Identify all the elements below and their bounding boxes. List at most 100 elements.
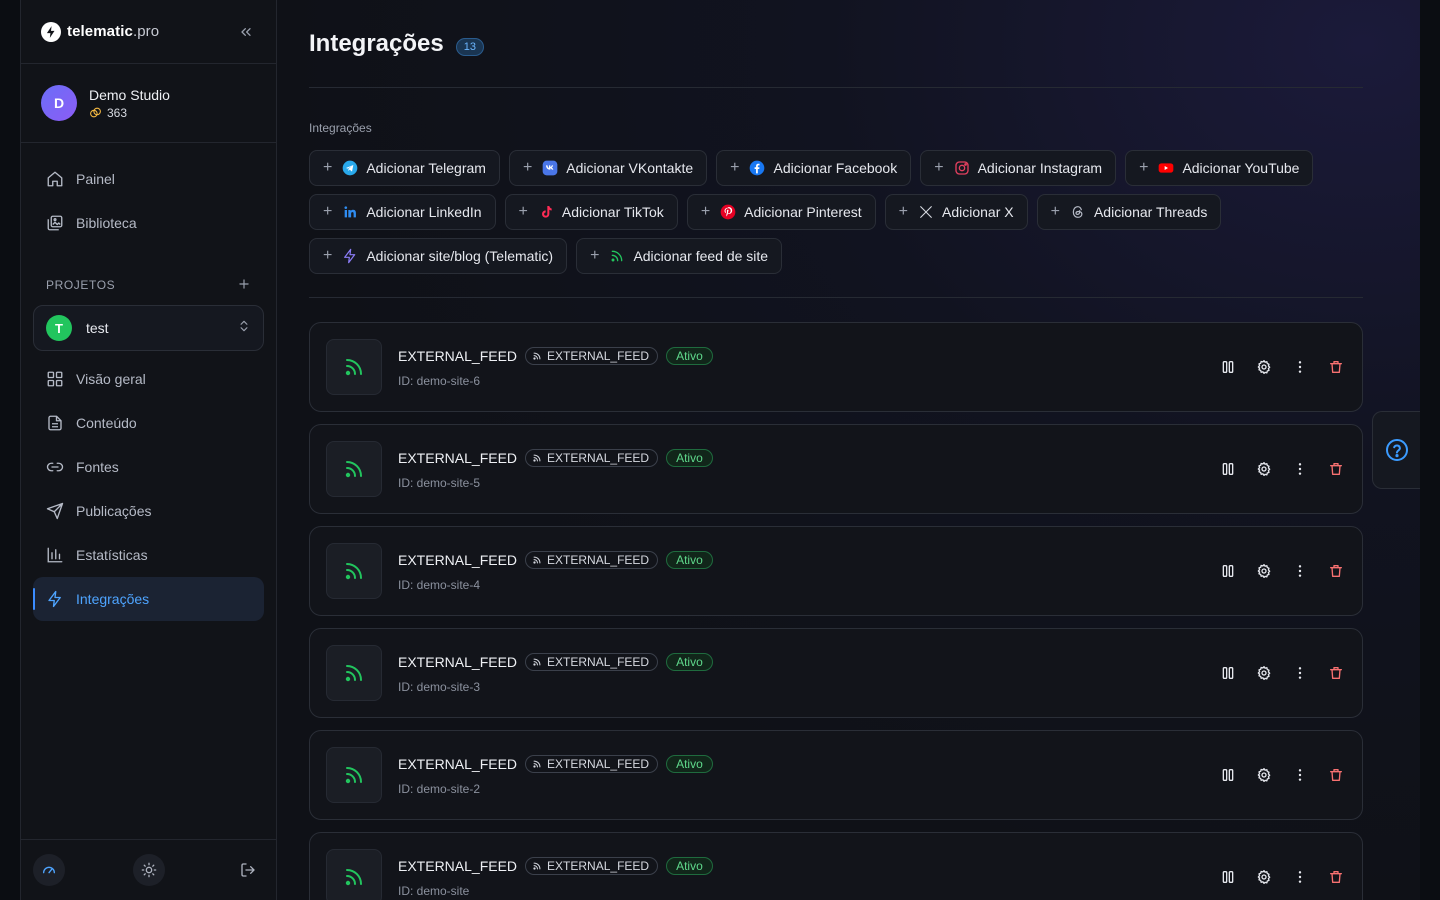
add-project-button[interactable] xyxy=(237,275,251,296)
more-options-button[interactable] xyxy=(1290,867,1310,887)
plus-icon: + xyxy=(522,159,533,176)
settings-button[interactable] xyxy=(1254,357,1274,377)
trash-icon xyxy=(1330,769,1342,781)
project-select[interactable]: T test xyxy=(33,305,264,351)
add-youtube-button[interactable]: + Adicionar YouTube xyxy=(1125,150,1314,186)
add-integration-chips: + Adicionar Telegram + Adicionar VKontak… xyxy=(309,150,1369,274)
youtube-icon xyxy=(1159,163,1174,173)
delete-button[interactable] xyxy=(1326,459,1346,479)
more-options-button[interactable] xyxy=(1290,357,1310,377)
double-chevron-left-icon xyxy=(241,27,251,36)
nav-item-estatisticas[interactable]: Estatísticas xyxy=(33,533,264,577)
nav-item-visao-geral[interactable]: Visão geral xyxy=(33,357,264,401)
kebab-menu-icon xyxy=(1298,361,1302,373)
add-telegram-button[interactable]: + Adicionar Telegram xyxy=(309,150,500,186)
logout-button[interactable] xyxy=(232,854,264,886)
integration-info: EXTERNAL_FEED EXTERNAL_FEED Ativo ID: de… xyxy=(398,856,1218,898)
add-vkontakte-button[interactable]: + Adicionar VKontakte xyxy=(508,150,708,186)
add-linkedin-button[interactable]: + Adicionar LinkedIn xyxy=(309,194,496,230)
integration-type-badge: EXTERNAL_FEED xyxy=(525,856,659,875)
integration-card: EXTERNAL_FEED EXTERNAL_FEED Ativo ID: de… xyxy=(309,628,1363,718)
gear-icon xyxy=(1257,768,1271,782)
columns-button[interactable] xyxy=(1218,459,1238,479)
bar-chart-icon xyxy=(47,547,63,563)
delete-button[interactable] xyxy=(1326,867,1346,887)
more-options-button[interactable] xyxy=(1290,459,1310,479)
account-name: Demo Studio xyxy=(89,86,170,103)
delete-button[interactable] xyxy=(1326,765,1346,785)
nav-item-biblioteca[interactable]: Biblioteca xyxy=(33,201,264,245)
columns-button[interactable] xyxy=(1218,867,1238,887)
more-options-button[interactable] xyxy=(1290,765,1310,785)
usage-button[interactable] xyxy=(33,854,65,886)
app-shell: telematic.pro D Demo Studio 363 Painel B… xyxy=(20,0,1420,900)
type-label: EXTERNAL_FEED xyxy=(547,756,650,771)
kebab-menu-icon xyxy=(1298,463,1302,475)
plus-icon xyxy=(239,278,249,289)
integration-icon-box xyxy=(326,339,382,395)
rss-icon xyxy=(345,767,362,784)
columns-icon xyxy=(1222,871,1234,883)
integration-actions xyxy=(1218,459,1346,479)
help-button[interactable] xyxy=(1372,411,1420,489)
columns-button[interactable] xyxy=(1218,357,1238,377)
settings-button[interactable] xyxy=(1254,663,1274,683)
nav-item-conteudo[interactable]: Conteúdo xyxy=(33,401,264,445)
more-options-button[interactable] xyxy=(1290,663,1310,683)
integration-info: EXTERNAL_FEED EXTERNAL_FEED Ativo ID: de… xyxy=(398,652,1218,694)
chip-label: Adicionar YouTube xyxy=(1182,160,1300,176)
logout-icon xyxy=(241,863,255,877)
delete-button[interactable] xyxy=(1326,357,1346,377)
add-instagram-button[interactable]: + Adicionar Instagram xyxy=(920,150,1117,186)
plus-icon: + xyxy=(898,203,909,220)
chip-label: Adicionar Facebook xyxy=(773,160,898,176)
nav-label: Visão geral xyxy=(76,371,146,387)
columns-button[interactable] xyxy=(1218,663,1238,683)
integration-type-badge: EXTERNAL_FEED xyxy=(525,754,659,773)
add-site-feed-button[interactable]: + Adicionar feed de site xyxy=(576,238,783,274)
settings-button[interactable] xyxy=(1254,765,1274,785)
rss-icon xyxy=(345,461,362,478)
integration-id: ID: demo-site-2 xyxy=(398,781,481,796)
plus-icon: + xyxy=(700,203,711,220)
rss-icon xyxy=(533,454,541,462)
columns-button[interactable] xyxy=(1218,765,1238,785)
type-label: EXTERNAL_FEED xyxy=(547,858,650,873)
integration-name: EXTERNAL_FEED xyxy=(398,449,518,466)
add-site-blog-button[interactable]: + Adicionar site/blog (Telematic) xyxy=(309,238,568,274)
gear-icon xyxy=(1257,564,1271,578)
plus-icon: + xyxy=(323,159,333,176)
vk-icon xyxy=(542,160,558,176)
tiktok-icon xyxy=(541,206,552,218)
delete-button[interactable] xyxy=(1326,663,1346,683)
integration-id: ID: demo-site-6 xyxy=(398,373,481,388)
delete-button[interactable] xyxy=(1326,561,1346,581)
integration-id: ID: demo-site-4 xyxy=(398,577,481,592)
plus-icon: + xyxy=(1139,159,1149,176)
more-options-button[interactable] xyxy=(1290,561,1310,581)
rss-icon xyxy=(345,665,362,682)
integrations-section-label: Integrações xyxy=(309,121,372,135)
add-facebook-button[interactable]: + Adicionar Facebook xyxy=(716,150,912,186)
nav-item-integracoes[interactable]: Integrações xyxy=(33,577,264,621)
add-threads-button[interactable]: + Adicionar Threads xyxy=(1036,194,1222,230)
chip-label: Adicionar X xyxy=(942,204,1014,220)
status-badge: Ativo xyxy=(666,754,713,773)
nav-item-painel[interactable]: Painel xyxy=(33,157,264,201)
rss-icon xyxy=(533,352,541,360)
add-tiktok-button[interactable]: + Adicionar TikTok xyxy=(504,194,678,230)
integration-name: EXTERNAL_FEED xyxy=(398,347,518,364)
collapse-sidebar-button[interactable] xyxy=(236,22,256,42)
columns-button[interactable] xyxy=(1218,561,1238,581)
settings-button[interactable] xyxy=(1254,867,1274,887)
nav-item-fontes[interactable]: Fontes xyxy=(33,445,264,489)
nav-item-publicacoes[interactable]: Publicações xyxy=(33,489,264,533)
settings-button[interactable] xyxy=(1254,459,1274,479)
add-x-button[interactable]: + Adicionar X xyxy=(884,194,1028,230)
telematic-logo-icon xyxy=(41,21,61,42)
integration-name: EXTERNAL_FEED xyxy=(398,653,518,670)
settings-button[interactable] xyxy=(1254,561,1274,581)
add-pinterest-button[interactable]: + Adicionar Pinterest xyxy=(686,194,876,230)
theme-toggle-button[interactable] xyxy=(132,854,165,886)
account-switcher[interactable]: D Demo Studio 363 xyxy=(21,64,276,143)
